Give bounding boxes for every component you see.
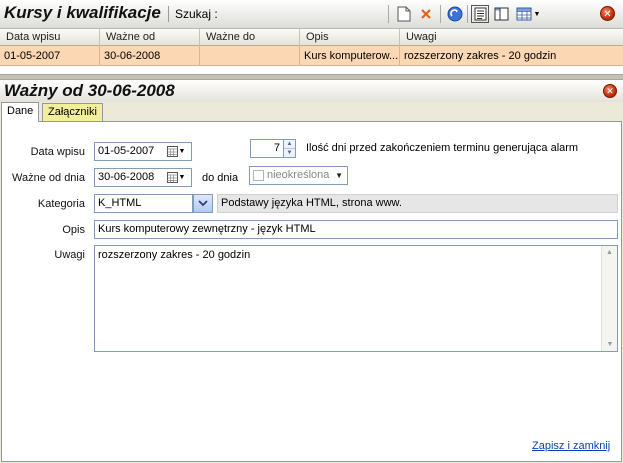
do-dnia-label: do dnia bbox=[202, 172, 239, 184]
kategoria-dropdown-button[interactable] bbox=[193, 194, 213, 213]
column-header[interactable]: Ważne od bbox=[100, 29, 200, 46]
uwagi-value: rozszerzony zakres - 20 godzin bbox=[98, 249, 251, 261]
nieokreslona-checkbox[interactable] bbox=[253, 170, 264, 181]
cell-uwagi: rozszerzony zakres - 20 godzin bbox=[404, 50, 557, 62]
delete-icon[interactable] bbox=[417, 5, 435, 23]
tab-zalaczniki[interactable]: Załączniki bbox=[42, 103, 103, 121]
search-label[interactable]: Szukaj : bbox=[175, 7, 218, 21]
data-wpisu-value: 01-05-2007 bbox=[98, 145, 155, 157]
separator bbox=[388, 5, 389, 23]
columns-icon[interactable] bbox=[492, 5, 510, 23]
opis-label: Opis bbox=[62, 224, 85, 236]
kategoria-value: K_HTML bbox=[98, 197, 142, 209]
alarm-days-stepper[interactable]: ▲ ▼ bbox=[283, 139, 296, 158]
save-and-close-link[interactable]: Zapisz i zamknij bbox=[532, 440, 610, 452]
data-wpisu-label: Data wpisu bbox=[30, 146, 85, 158]
cell-wazne-od: 30-06-2008 bbox=[100, 46, 200, 66]
kategoria-label: Kategoria bbox=[37, 198, 85, 210]
wazne-od-label: Ważne od dnia bbox=[12, 172, 85, 184]
detail-header: Ważny od 30-06-2008 ✕ bbox=[0, 80, 623, 102]
cell-wazne-do bbox=[200, 46, 300, 66]
wazne-od-value: 30-06-2008 bbox=[98, 171, 155, 183]
stepper-up-icon[interactable]: ▲ bbox=[284, 140, 295, 149]
column-header[interactable]: Uwagi bbox=[400, 29, 623, 46]
calendar-icon[interactable]: ▼ bbox=[165, 144, 187, 159]
do-dnia-field[interactable]: nieokreślona ▼ bbox=[249, 166, 348, 185]
detail-title: Ważny od 30-06-2008 bbox=[4, 81, 175, 100]
column-header[interactable]: Opis bbox=[300, 29, 400, 46]
close-icon[interactable]: ✕ bbox=[600, 6, 615, 21]
top-toolbar: Kursy i kwalifikacje Szukaj : ▼ ✕ bbox=[0, 0, 623, 29]
close-icon[interactable]: ✕ bbox=[603, 84, 617, 98]
opis-value: Kurs komputerowy zewnętrzny - język HTML bbox=[98, 223, 316, 235]
grid-header: Data wpisu Ważne od Ważne do Opis Uwagi bbox=[0, 29, 623, 46]
separator bbox=[440, 5, 441, 23]
app-title: Kursy i kwalifikacje bbox=[4, 3, 161, 22]
kategoria-field[interactable]: K_HTML bbox=[94, 194, 193, 213]
column-header[interactable]: Data wpisu bbox=[0, 29, 100, 46]
column-header[interactable]: Ważne do bbox=[200, 29, 300, 46]
uwagi-textarea[interactable]: rozszerzony zakres - 20 godzin bbox=[94, 245, 618, 352]
grid-view-icon[interactable]: ▼ bbox=[514, 5, 542, 23]
grid-empty-area bbox=[0, 66, 623, 74]
table-row[interactable]: 01-05-2007 30-06-2008 Kurs komputerow...… bbox=[0, 46, 623, 66]
scroll-up-icon[interactable]: ▲ bbox=[602, 249, 617, 256]
separator bbox=[467, 5, 468, 23]
uwagi-scrollbar[interactable]: ▲ ▼ bbox=[601, 246, 617, 351]
report-icon[interactable] bbox=[471, 5, 489, 23]
new-document-icon[interactable] bbox=[395, 5, 413, 23]
alarm-days-field[interactable]: 7 bbox=[250, 139, 284, 158]
stepper-down-icon[interactable]: ▼ bbox=[284, 149, 295, 157]
calendar-icon[interactable]: ▼ bbox=[165, 170, 187, 185]
separator bbox=[168, 6, 169, 22]
opis-field[interactable]: Kurs komputerowy zewnętrzny - język HTML bbox=[94, 220, 618, 239]
alarm-days-value: 7 bbox=[273, 142, 280, 154]
cell-opis: Kurs komputerow... bbox=[300, 46, 400, 66]
kategoria-description: Podstawy języka HTML, strona www. bbox=[217, 194, 618, 213]
chevron-down-icon[interactable]: ▼ bbox=[335, 167, 343, 184]
scroll-down-icon[interactable]: ▼ bbox=[602, 341, 618, 348]
tab-dane[interactable]: Dane bbox=[1, 102, 40, 122]
uwagi-label: Uwagi bbox=[54, 249, 85, 261]
cell-data-wpisu: 01-05-2007 bbox=[0, 46, 100, 66]
refresh-icon[interactable] bbox=[446, 5, 464, 23]
nieokreslona-label: nieokreślona bbox=[267, 169, 330, 181]
alarm-label: Ilość dni przed zakończeniem terminu gen… bbox=[306, 142, 579, 154]
